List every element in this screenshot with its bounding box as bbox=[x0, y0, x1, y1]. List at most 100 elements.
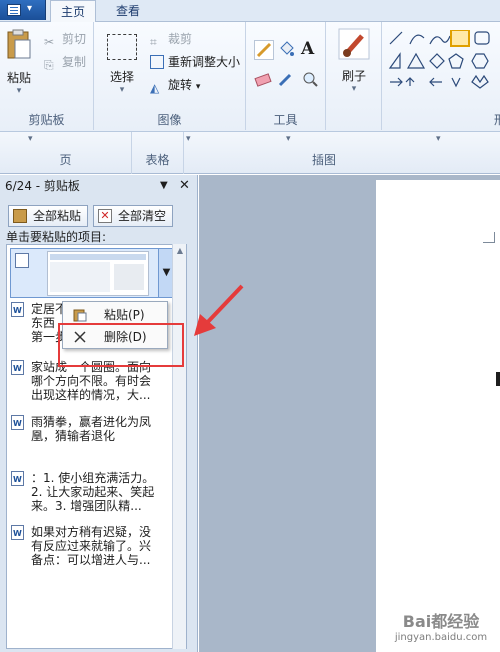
copy-button[interactable]: ⎘ 复制 bbox=[44, 53, 86, 72]
clipboard-item[interactable]: 如果对方稍有迟疑，没 有反应过来就输了。兴 备点：可以增进人与... bbox=[11, 525, 171, 567]
paste-icon bbox=[7, 29, 31, 59]
pencil-icon bbox=[256, 42, 272, 58]
scissors-icon: ✂ bbox=[44, 35, 55, 49]
paste-icon bbox=[13, 209, 27, 223]
clip-line: 如果对方稍有迟疑，没 bbox=[31, 525, 152, 539]
color-picker-button[interactable] bbox=[277, 70, 297, 90]
text-a-icon: A bbox=[301, 39, 315, 59]
pencil-button[interactable] bbox=[254, 40, 274, 60]
word-doc-icon bbox=[11, 302, 24, 318]
paint-bucket-icon bbox=[280, 41, 294, 56]
word-doc-icon bbox=[11, 415, 24, 431]
illustration-group-label: 插图 bbox=[311, 153, 336, 167]
text-button[interactable]: A bbox=[301, 39, 321, 59]
fill-button[interactable] bbox=[277, 40, 297, 60]
ribbon-secondary-row: ▾ ▾ ▾ ▾ 页 表格 插图 bbox=[0, 132, 500, 174]
document-canvas-area bbox=[199, 175, 500, 652]
clipboard-item-text: 如果对方稍有迟疑，没 有反应过来就输了。兴 备点：可以增进人与... bbox=[31, 525, 169, 567]
image-group-label: 图像 bbox=[157, 113, 182, 127]
paste-icon bbox=[73, 309, 87, 322]
clip-line: 雨猜拳，赢者进化为凤 bbox=[31, 415, 152, 429]
shapes-group: 形状 bbox=[382, 22, 500, 130]
clipboard-scrollbar[interactable]: ▲ bbox=[172, 244, 186, 649]
select-dropdown-icon[interactable]: ▾ bbox=[104, 85, 140, 95]
clipboard-pane-title: 6/24 - 剪贴板 bbox=[5, 179, 80, 193]
page-group: 页 bbox=[0, 132, 132, 174]
chevron-down-icon: ▾ bbox=[195, 82, 201, 92]
app-menu-button[interactable]: ▾ bbox=[0, 0, 46, 20]
eyedropper-icon bbox=[278, 73, 292, 87]
clipboard-item[interactable]: 雨猜拳，赢者进化为凤 凰，猜输者退化 bbox=[11, 415, 171, 445]
annotation-highlight-box bbox=[58, 323, 184, 367]
tab-home[interactable]: 主页 bbox=[50, 0, 97, 23]
eraser-icon bbox=[254, 73, 272, 87]
pane-options-icon[interactable]: ▼ bbox=[160, 175, 168, 197]
table-group: 表格 bbox=[132, 132, 184, 174]
thumbnail-body bbox=[50, 262, 110, 292]
image-item-icon bbox=[15, 253, 29, 268]
clear-icon: ✕ bbox=[98, 209, 112, 223]
paste-button[interactable]: 粘贴 ▾ bbox=[4, 28, 34, 96]
context-menu-paste-label: 粘贴(P) bbox=[104, 308, 145, 322]
clipboard-item[interactable]: ：1. 使小组充满活力。 2. 让大家动起来、笑起 来。3. 增强团队精... bbox=[11, 471, 171, 513]
copy-icon: ⎘ bbox=[44, 58, 54, 72]
watermark: Bai都经验 jingyan.baidu.com bbox=[384, 606, 498, 650]
illustration-group: 插图 bbox=[184, 132, 464, 174]
select-marquee-icon bbox=[107, 34, 137, 60]
tools-group: A 工具 bbox=[246, 22, 326, 130]
text-cursor bbox=[496, 372, 500, 386]
ribbon-tab-bar: ▾ 主页 查看 bbox=[0, 0, 500, 23]
document-page[interactable] bbox=[376, 180, 500, 652]
select-label: 选择 bbox=[109, 70, 134, 84]
eraser-button[interactable] bbox=[254, 70, 274, 90]
thumbnail-side bbox=[114, 264, 144, 290]
shapes-group-label: 形状 bbox=[493, 113, 500, 127]
rotate-button[interactable]: ◭ 旋转 ▾ bbox=[150, 76, 200, 95]
clip-line: 哪个方向不限。有时会 bbox=[31, 374, 152, 388]
clip-line: 备点：可以增进人与... bbox=[31, 553, 151, 567]
clipboard-item-image[interactable]: ▼ bbox=[10, 248, 174, 298]
clip-line: 来。3. 增强团队精... bbox=[31, 499, 142, 513]
clip-line: ：1. 使小组充满活力。 bbox=[31, 471, 155, 485]
paste-all-button[interactable]: 全部粘贴 bbox=[8, 205, 89, 227]
crop-button[interactable]: ⌗ 裁剪 bbox=[150, 30, 192, 49]
paste-dropdown-icon[interactable]: ▾ bbox=[4, 86, 34, 96]
close-icon[interactable]: ✕ bbox=[179, 175, 190, 197]
clip-line: 有反应过来就输了。兴 bbox=[31, 539, 152, 553]
image-thumbnail bbox=[47, 251, 149, 296]
resize-icon bbox=[150, 55, 164, 69]
clipboard-hint: 单击要粘贴的项目: bbox=[6, 230, 107, 244]
watermark-url: jingyan.baidu.com bbox=[394, 632, 488, 643]
select-button[interactable]: 选择 ▾ bbox=[104, 34, 140, 95]
clip-line: 出现这样的情况，大... bbox=[31, 388, 151, 402]
brush-icon bbox=[338, 28, 370, 60]
tab-view[interactable]: 查看 bbox=[106, 0, 150, 22]
cut-button[interactable]: ✂ 剪切 bbox=[44, 30, 86, 49]
clipboard-group-label: 剪贴板 bbox=[28, 113, 65, 127]
watermark-logo-text: Bai都经验 bbox=[402, 612, 480, 631]
clipboard-pane-header: 6/24 - 剪贴板 ▼ ✕ bbox=[0, 175, 197, 197]
image-group: 选择 ▾ ⌗ 裁剪 重新调整大小 ◭ 旋转 ▾ 图像 bbox=[94, 22, 246, 130]
shapes-gallery[interactable] bbox=[386, 30, 500, 96]
page-group-label: 页 bbox=[59, 153, 72, 167]
clipboard-item-text: 雨猜拳，赢者进化为凤 凰，猜输者退化 bbox=[31, 415, 169, 443]
thumbnail-bar bbox=[50, 254, 146, 260]
magnifier-button[interactable] bbox=[301, 70, 321, 90]
clear-all-button[interactable]: ✕ 全部清空 bbox=[93, 205, 174, 227]
table-group-label: 表格 bbox=[145, 153, 170, 167]
margin-marker bbox=[494, 232, 495, 242]
scroll-up-icon[interactable]: ▲ bbox=[173, 244, 187, 258]
magnifier-icon bbox=[303, 72, 318, 87]
chevron-down-icon: ▾ bbox=[27, 3, 33, 14]
chevron-down-icon: ▼ bbox=[162, 267, 171, 278]
clipboard-pane: 6/24 - 剪贴板 ▼ ✕ 全部粘贴 ✕ 全部清空 单击要粘贴的项目: ▼ W… bbox=[0, 175, 198, 652]
paste-label: 粘贴 bbox=[6, 71, 31, 85]
word-doc-icon bbox=[11, 525, 24, 541]
annotation-arrow bbox=[194, 284, 244, 336]
clipboard-group: 粘贴 ▾ ✂ 剪切 ⎘ 复制 剪贴板 bbox=[0, 22, 94, 130]
resize-button[interactable]: 重新调整大小 bbox=[150, 53, 240, 70]
brushes-button[interactable]: 刷子 ▾ bbox=[336, 28, 372, 94]
brushes-dropdown-icon[interactable]: ▾ bbox=[336, 84, 372, 94]
crop-icon: ⌗ bbox=[150, 35, 157, 49]
tools-group-label: 工具 bbox=[273, 113, 298, 127]
